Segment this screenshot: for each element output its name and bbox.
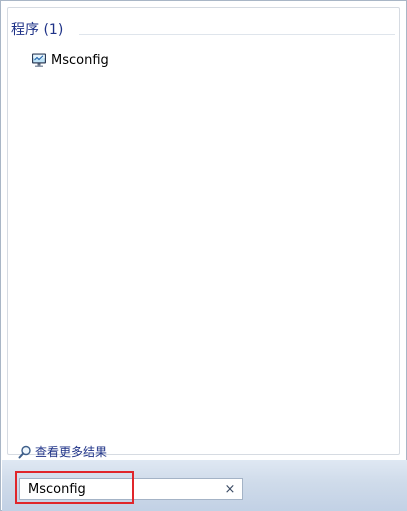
close-icon: × <box>224 481 236 497</box>
search-icon <box>18 444 32 459</box>
result-item-label: Msconfig <box>51 52 109 68</box>
see-more-results-link[interactable]: 查看更多结果 <box>18 442 107 460</box>
programs-section-title: 程序 (1) <box>11 22 64 38</box>
section-divider <box>79 34 395 35</box>
search-box: × <box>19 478 243 500</box>
see-more-results-label: 查看更多结果 <box>35 444 108 459</box>
result-item-msconfig[interactable]: Msconfig <box>27 50 113 70</box>
clear-search-button[interactable]: × <box>223 481 237 497</box>
programs-section-header: 程序 (1) <box>11 20 63 38</box>
search-input[interactable] <box>20 480 218 498</box>
msconfig-monitor-icon <box>31 52 47 68</box>
search-results-panel <box>7 7 400 455</box>
start-menu-search-window: 程序 (1) Msconfig 查看更多结果 × <box>0 0 407 511</box>
